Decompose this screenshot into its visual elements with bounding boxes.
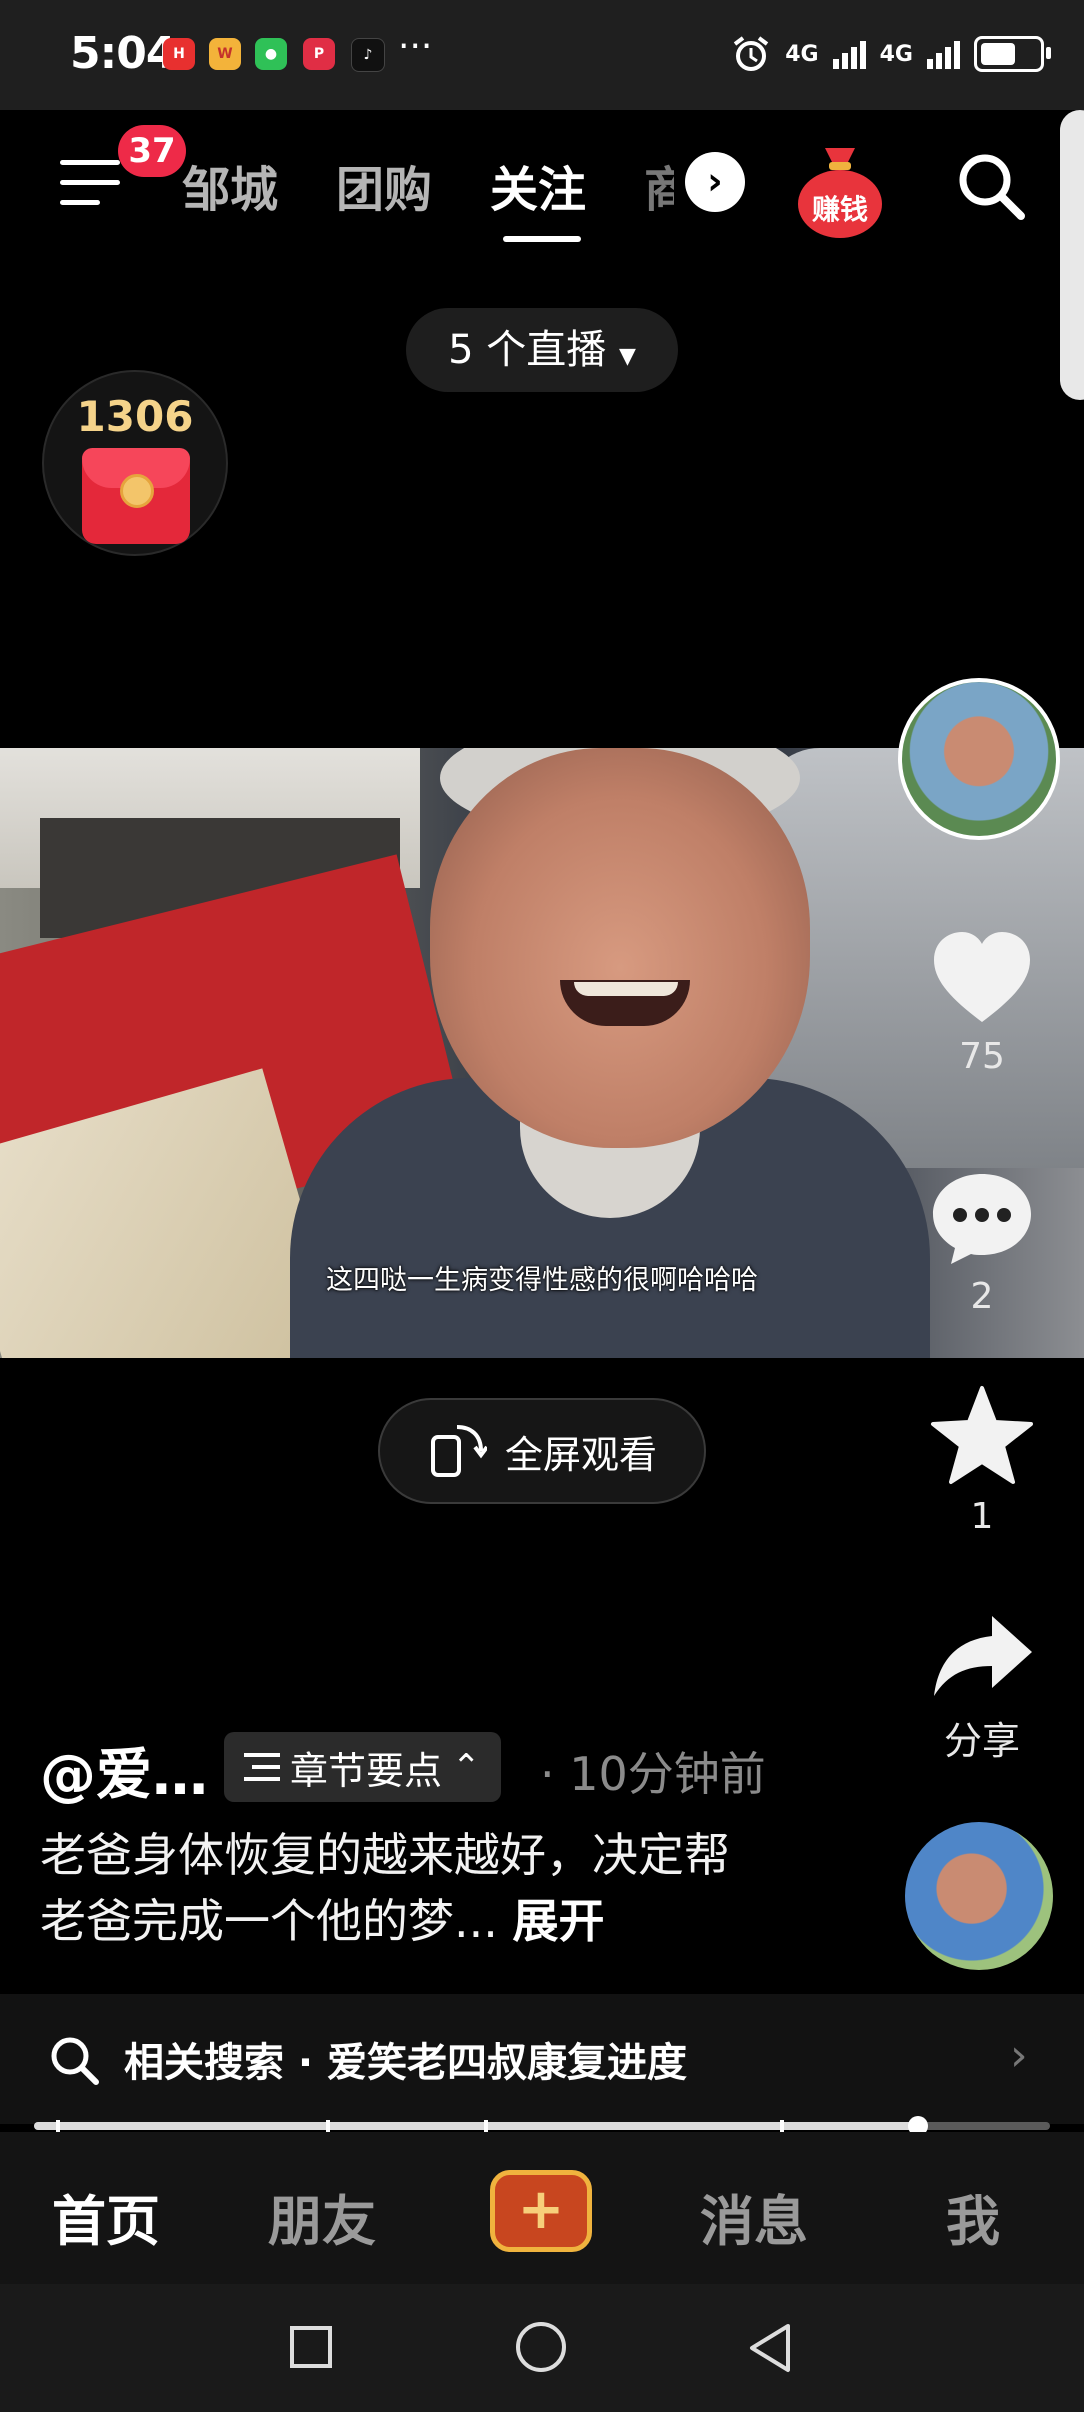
music-disc-avatar[interactable] (905, 1822, 1053, 1970)
notification-badge: 37 (118, 125, 186, 177)
chapter-marker (56, 2120, 60, 2132)
like-count: 75 (959, 1036, 1005, 1077)
back-triangle-icon[interactable] (746, 2322, 794, 2374)
comment-button[interactable]: 2 (920, 1168, 1044, 1317)
menu-button[interactable] (60, 160, 120, 208)
search-icon (51, 2037, 99, 2085)
system-navigation-bar (0, 2284, 1084, 2412)
star-icon (931, 1386, 1033, 1484)
like-button[interactable]: 75 (920, 928, 1044, 1077)
fullscreen-label: 全屏观看 (504, 1432, 657, 1477)
create-post-button[interactable]: + (490, 2170, 592, 2252)
tab-mall[interactable]: 商 (644, 150, 674, 220)
earn-label: 赚钱 (811, 193, 868, 226)
post-time: · 10分钟前 (540, 1747, 766, 1801)
signal-strength-icon (832, 39, 866, 69)
signal-strength-icon-2 (927, 39, 960, 69)
comment-count: 2 (970, 1276, 994, 1317)
caption-text: 老爸身体恢复的越来越好，决定帮老爸完成一个他的梦... (40, 1828, 730, 1948)
nav-me[interactable]: 我 (946, 2177, 1000, 2256)
network-4g-label-2: 4G (879, 41, 913, 67)
chapter-marker (326, 2120, 330, 2132)
rotate-screen-icon (430, 1425, 487, 1477)
weibo-app-icon: W (209, 38, 241, 70)
system-icons: 4G 4G (731, 32, 1051, 76)
search-icon[interactable] (955, 150, 1027, 222)
playback-progress-fill (34, 2122, 918, 2130)
clock: 5:04 (70, 28, 176, 79)
wechat-app-icon: ● (255, 38, 287, 70)
chevron-up-icon: ⌃ (452, 1747, 481, 1787)
chapter-marker (780, 2120, 784, 2132)
earn-money-button[interactable]: 赚钱 (795, 142, 885, 238)
nav-home[interactable]: 首页 (52, 2177, 160, 2256)
favorite-button[interactable]: 1 (920, 1384, 1044, 1537)
battery-icon (974, 36, 1051, 72)
post-caption: 老爸身体恢复的越来越好，决定帮老爸完成一个他的梦... 展开 (40, 1822, 760, 1954)
favorite-count: 1 (970, 1496, 994, 1537)
author-avatar[interactable] (898, 678, 1060, 840)
chapter-points-chip[interactable]: 章节要点 ⌃ (224, 1732, 501, 1802)
home-circle-icon[interactable] (514, 2320, 568, 2374)
dropdown-caret-icon: ▼ (618, 344, 636, 369)
live-count-label: 5 个直播 (448, 327, 607, 373)
share-arrow-icon (934, 1616, 1032, 1696)
chapter-label: 章节要点 (290, 1748, 443, 1793)
related-search-bar[interactable]: 相关搜索 · 爱笑老四叔康复进度 › (0, 1994, 1084, 2124)
red-packet-widget[interactable]: 1306 (42, 370, 228, 556)
douyin-app-icon: ♪ (351, 38, 385, 72)
bottom-navigation: 首页 朋友 + 消息 我 (0, 2132, 1084, 2284)
tab-following[interactable]: 关注 (490, 150, 586, 220)
status-bar: 5:04 H W ● P ♪ ··· 4G 4G (0, 0, 1084, 110)
expand-link[interactable]: 展开 (513, 1894, 605, 1948)
network-4g-label: 4G (785, 41, 819, 67)
related-search-label: 相关搜索 · 爱笑老四叔康复进度 (124, 2040, 688, 2086)
fullscreen-button[interactable]: 全屏观看 (378, 1398, 706, 1504)
chevron-right-icon: › (1010, 2030, 1028, 2081)
pinduoduo-app-icon: P (303, 38, 335, 70)
nav-messages[interactable]: 消息 (700, 2177, 808, 2256)
red-packet-count: 1306 (76, 392, 194, 441)
side-drawer-handle[interactable] (1060, 110, 1084, 400)
more-tabs-arrow-icon[interactable]: › (685, 152, 745, 212)
chapter-marker (484, 2120, 488, 2132)
tab-local[interactable]: 邹城 (182, 150, 278, 220)
live-count-dropdown[interactable]: 5 个直播 ▼ (406, 308, 678, 392)
nav-friends[interactable]: 朋友 (268, 2177, 376, 2256)
share-button[interactable]: 分享 (920, 1612, 1044, 1765)
playback-progress-bar[interactable] (34, 2116, 1050, 2136)
recents-square-icon[interactable] (288, 2324, 334, 2370)
active-tab-indicator (503, 236, 581, 242)
alarm-icon (734, 36, 769, 71)
list-icon (244, 1753, 280, 1781)
more-notifications-icon: ··· (398, 26, 433, 67)
author-name[interactable]: @爱… (40, 1730, 208, 1811)
heart-icon (934, 932, 1030, 1022)
comment-icon (933, 1174, 1031, 1264)
huawei-app-icon: H (163, 38, 195, 70)
red-envelope-icon (82, 448, 190, 544)
share-label: 分享 (943, 1719, 1020, 1763)
tab-group-buy[interactable]: 团购 (336, 150, 432, 220)
